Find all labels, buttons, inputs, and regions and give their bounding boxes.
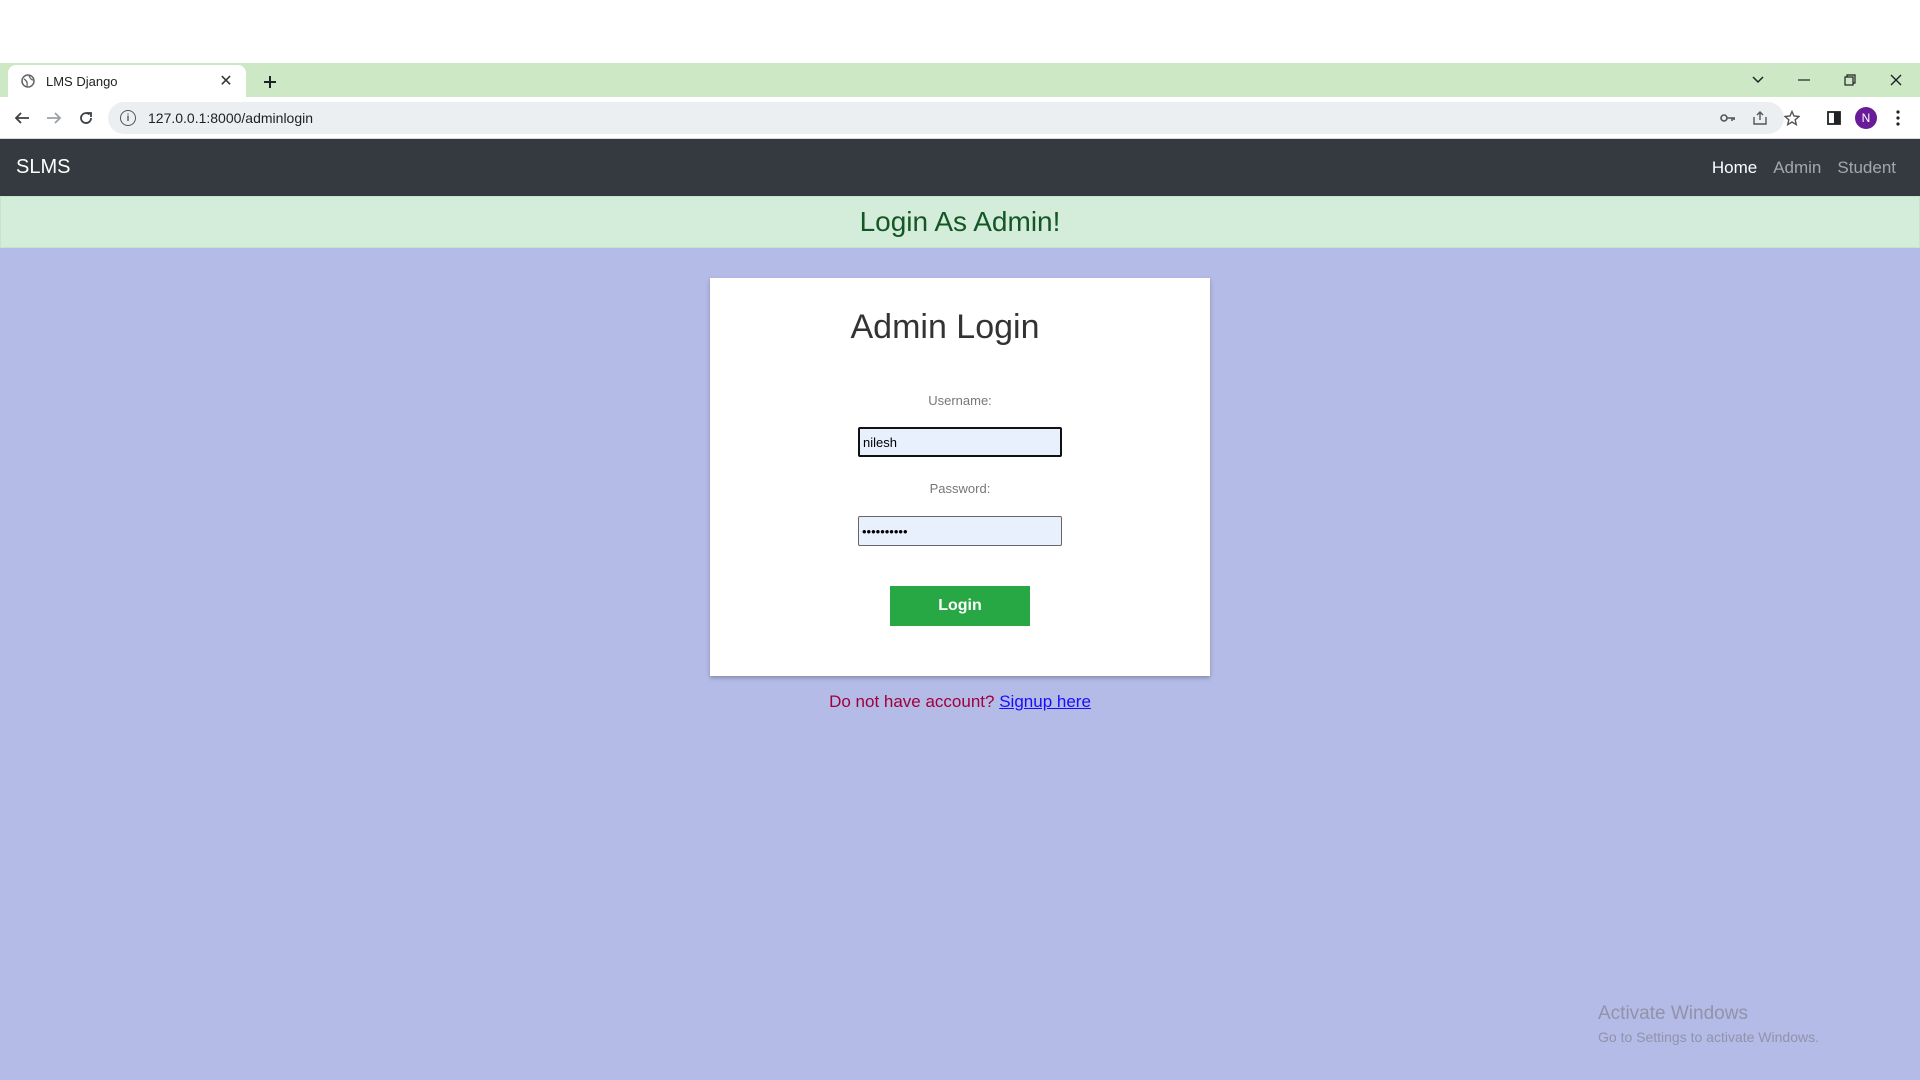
close-tab-icon[interactable]: ✕ <box>216 71 236 91</box>
forward-arrow-icon[interactable] <box>42 106 66 130</box>
browser-tab[interactable]: LMS Django ✕ <box>8 65 246 97</box>
password-label: Password: <box>929 481 991 496</box>
minimize-icon[interactable] <box>1782 63 1826 97</box>
close-window-icon[interactable] <box>1874 63 1918 97</box>
windows-activation-watermark: Activate Windows Go to Settings to activ… <box>1598 1003 1819 1045</box>
watermark-subtitle: Go to Settings to activate Windows. <box>1598 1029 1819 1045</box>
username-input[interactable] <box>858 427 1062 457</box>
alert-banner: Login As Admin! <box>0 196 1920 248</box>
browser-tab-strip: LMS Django ✕ <box>0 63 1920 97</box>
back-arrow-icon[interactable] <box>10 106 34 130</box>
profile-avatar[interactable]: N <box>1854 106 1878 130</box>
username-label: Username: <box>928 393 992 408</box>
site-info-icon[interactable]: i <box>120 110 136 126</box>
password-input[interactable] <box>858 516 1062 546</box>
page-body: SLMS Home Admin Student Login As Admin! … <box>0 139 1920 1080</box>
share-icon[interactable] <box>1748 106 1772 130</box>
watermark-title: Activate Windows <box>1598 1003 1748 1024</box>
url-text: 127.0.0.1:8000/adminlogin <box>148 110 314 126</box>
nav-link-admin[interactable]: Admin <box>1773 158 1821 178</box>
login-card: Admin Login Username: Password: Login <box>710 278 1210 676</box>
nav-links: Home Admin Student <box>1712 158 1896 178</box>
screen-top-area <box>0 0 1920 63</box>
globe-icon <box>20 73 36 89</box>
side-panel-icon[interactable] <box>1822 106 1846 130</box>
site-navbar: SLMS Home Admin Student <box>0 139 1920 196</box>
star-bookmark-icon[interactable] <box>1780 106 1804 130</box>
key-icon[interactable] <box>1716 106 1740 130</box>
signup-link[interactable]: Signup here <box>999 692 1091 711</box>
reload-icon[interactable] <box>74 106 98 130</box>
alert-message: Login As Admin! <box>859 206 1061 237</box>
avatar: N <box>1855 107 1877 129</box>
restore-icon[interactable] <box>1828 63 1872 97</box>
nav-link-student[interactable]: Student <box>1837 158 1896 178</box>
nav-link-home[interactable]: Home <box>1712 158 1757 178</box>
card-title: Admin Login <box>850 308 1040 346</box>
signup-row: Do not have account? Signup here <box>0 692 1920 712</box>
login-button[interactable]: Login <box>890 586 1030 626</box>
brand-logo[interactable]: SLMS <box>16 156 70 179</box>
tab-title: LMS Django <box>46 73 118 89</box>
signup-prompt: Do not have account? <box>829 692 995 711</box>
address-bar[interactable]: i 127.0.0.1:8000/adminlogin <box>108 102 1800 134</box>
new-tab-button[interactable] <box>258 70 282 94</box>
browser-toolbar: i 127.0.0.1:8000/adminlogin N <box>0 97 1920 139</box>
more-menu-icon[interactable] <box>1886 106 1910 130</box>
tab-search-chevron-icon[interactable] <box>1736 63 1780 97</box>
